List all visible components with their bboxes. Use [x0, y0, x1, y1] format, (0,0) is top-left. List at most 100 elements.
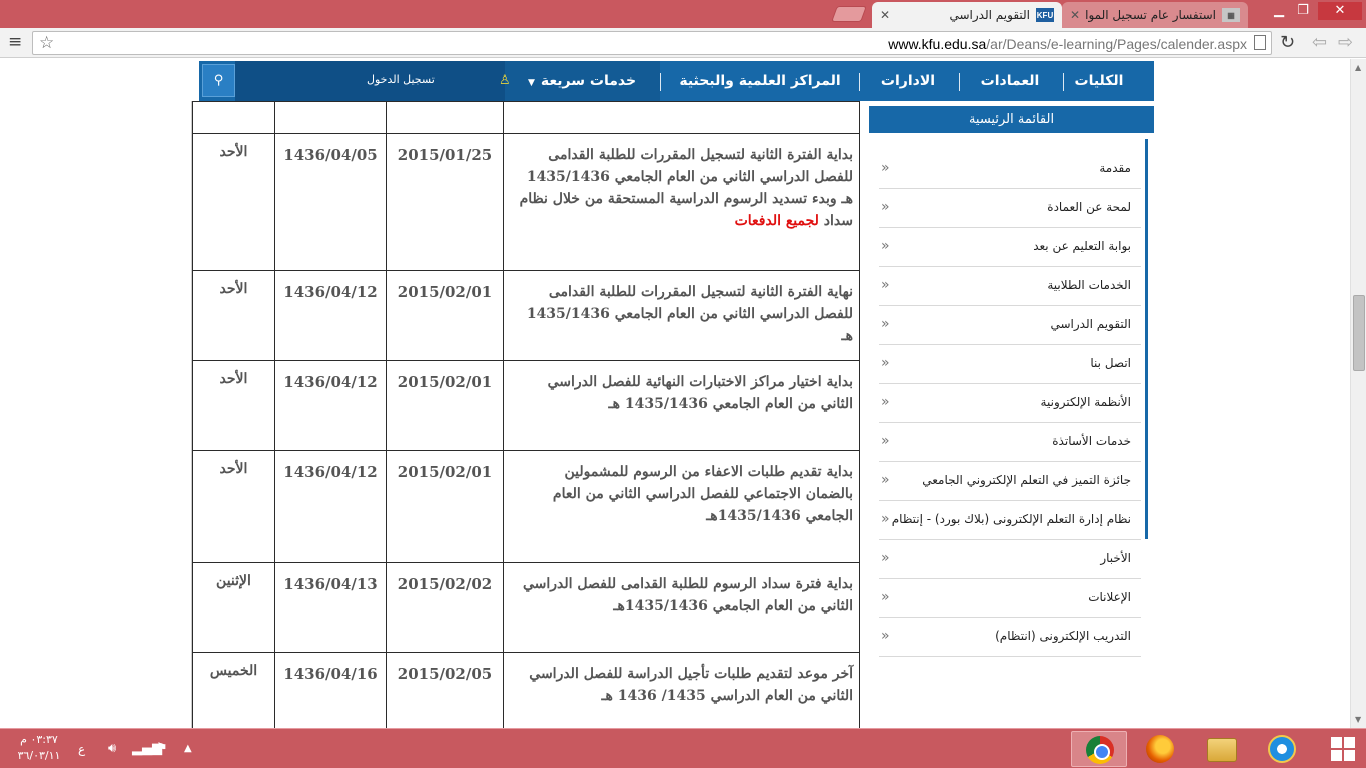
sidebar-item-blackboard[interactable]: نظام إدارة التعلم الإلكترونى (بلاك بورد)… [879, 501, 1141, 540]
folder-icon [1207, 738, 1237, 762]
page-favicon-icon: ▦ [1222, 8, 1240, 22]
bookmark-star-icon[interactable]: ☆ [39, 33, 54, 53]
volume-icon[interactable]: 🔊︎ [108, 741, 116, 756]
sidebar-item-label: التقويم الدراسي [1050, 317, 1132, 331]
sidebar-item-excellence-award[interactable]: جائزة التميز في التعلم الإلكتروني الجامع… [879, 462, 1141, 501]
table-row [192, 101, 860, 134]
chrome-icon [1086, 736, 1114, 764]
sidebar-item-label: لمحة عن العمادة [1047, 200, 1131, 214]
table-cell [274, 101, 387, 134]
table-row: بداية اختيار مراكز الاختبارات النهائية ل… [192, 360, 860, 451]
close-window-icon[interactable]: ✕ [1318, 2, 1362, 20]
event-description: بداية الفترة الثانية لتسجيل المقررات للط… [503, 133, 860, 271]
scroll-up-arrow-icon[interactable]: ▲ [1355, 63, 1361, 72]
event-description: آخر موعد لتقديم طلبات تأجيل الدراسة للفص… [503, 652, 860, 728]
search-button[interactable]: ⚲ [202, 64, 235, 97]
sidebar-item-about[interactable]: لمحة عن العمادة « [879, 189, 1141, 228]
double-chevron-left-icon: « [881, 433, 890, 449]
nav-colleges[interactable]: الكليات [1056, 61, 1142, 101]
show-hidden-icons-icon[interactable]: ▲ [184, 743, 192, 754]
sidebar-item-label: الأخبار [1100, 551, 1131, 565]
firefox-icon [1146, 735, 1174, 763]
table-cell [503, 101, 860, 134]
scrollbar-thumb[interactable] [1353, 295, 1365, 371]
double-chevron-left-icon: « [881, 589, 890, 605]
main-navigation-bar: الكليات العمادات الادارات المراكز العلمي… [199, 61, 1154, 101]
sidebar-item-student-services[interactable]: الخدمات الطلابية « [879, 267, 1141, 306]
action-center-flag-icon[interactable]: ⚑ [156, 741, 168, 756]
double-chevron-left-icon: « [881, 316, 890, 332]
url-host: www.kfu.edu.sa [888, 36, 987, 52]
double-chevron-left-icon: « [881, 160, 890, 176]
sidebar-item-e-systems[interactable]: الأنظمة الإلكترونية « [879, 384, 1141, 423]
nav-separator [1063, 73, 1064, 91]
main-menu-title: القائمة الرئيسية [869, 106, 1154, 133]
tab-inactive[interactable]: ▦ استفسار عام تسجيل المواد - ✕ [1062, 2, 1248, 28]
internet-explorer-icon [1268, 735, 1296, 763]
nav-deanships[interactable]: العمادات [958, 61, 1062, 101]
address-bar[interactable]: ☆ www.kfu.edu.sa/ar/Deans/e-learning/Pag… [32, 31, 1272, 55]
hijri-date: 1436/04/05 [274, 133, 387, 271]
language-indicator[interactable]: ع [78, 742, 85, 756]
close-tab-icon[interactable]: ✕ [880, 8, 890, 22]
taskbar-internet-explorer-button[interactable] [1254, 731, 1310, 767]
table-cell [192, 101, 275, 134]
sidebar-item-label: التدريب الإلكترونى (انتظام) [995, 629, 1131, 643]
sidebar-item-elearning-portal[interactable]: بوابة التعليم عن بعد « [879, 228, 1141, 267]
clock-time: ٠٣:٣٧ م [20, 733, 58, 746]
system-clock[interactable]: ٠٣:٣٧ م ٣٦/٠٣/١١ [16, 732, 62, 764]
sidebar-item-contact[interactable]: اتصل بنا « [879, 345, 1141, 384]
vertical-scrollbar[interactable]: ▲ ▼ [1350, 59, 1366, 728]
double-chevron-left-icon: « [881, 394, 890, 410]
scroll-down-arrow-icon[interactable]: ▼ [1355, 715, 1361, 724]
maximize-window-icon[interactable]: ❐ [1292, 2, 1314, 20]
hamburger-menu-icon[interactable]: ≡ [8, 34, 24, 51]
browser-tab-strip: KFU التقويم الدراسي ✕ ▦ استفسار عام تسجي… [0, 0, 1366, 28]
hijri-date: 1436/04/12 [274, 270, 387, 361]
page-info-icon[interactable] [1254, 35, 1266, 50]
minimize-window-icon[interactable]: ▁ [1268, 2, 1290, 20]
sidebar-item-e-training[interactable]: التدريب الإلكترونى (انتظام) « [879, 618, 1141, 657]
academic-calendar-table: بداية الفترة الثانية لتسجيل المقررات للط… [192, 101, 860, 728]
url-text[interactable]: www.kfu.edu.sa/ar/Deans/e-learning/Pages… [888, 36, 1247, 52]
close-tab-icon[interactable]: ✕ [1070, 8, 1080, 22]
table-row: آخر موعد لتقديم طلبات تأجيل الدراسة للفص… [192, 652, 860, 728]
sidebar-item-label: جائزة التميز في التعلم الإلكتروني الجامع… [922, 473, 1131, 487]
weekday: الخميس [192, 652, 275, 728]
sidebar-menu: مقدمة « لمحة عن العمادة « بوابة التعليم عن… [879, 150, 1141, 657]
nav-research-centers[interactable]: المراكز العلمية والبحثية [662, 61, 858, 101]
user-icon[interactable]: ♙ [499, 73, 511, 88]
sidebar-item-intro[interactable]: مقدمة « [879, 150, 1141, 189]
start-button[interactable] [1315, 731, 1366, 767]
nav-separator [959, 73, 960, 91]
taskbar-firefox-button[interactable] [1132, 731, 1188, 767]
nav-quick-services-label: خدمات سريعة [540, 73, 637, 89]
sidebar-item-faculty-services[interactable]: خدمات الأساتذة « [879, 423, 1141, 462]
hijri-date: 1436/04/12 [274, 450, 387, 563]
login-area: تسجيل الدخول ♙ [235, 61, 511, 101]
all-payments-link[interactable]: لجميع الدفعات [735, 213, 819, 229]
weekday: الأحد [192, 270, 275, 361]
forward-arrow-icon[interactable]: ⇨ [1338, 32, 1353, 53]
caret-down-icon: ▼ [527, 78, 535, 88]
table-row: نهاية الفترة الثانية لتسجيل المقررات للط… [192, 270, 860, 361]
url-path: /ar/Deans/e-learning/Pages/calender.aspx [986, 36, 1247, 52]
back-arrow-icon[interactable]: ⇦ [1312, 32, 1327, 53]
sidebar-item-calendar[interactable]: التقويم الدراسي « [879, 306, 1141, 345]
nav-administrations[interactable]: الادارات [858, 61, 958, 101]
taskbar-chrome-button[interactable] [1071, 731, 1127, 767]
tab-active[interactable]: KFU التقويم الدراسي ✕ [872, 2, 1062, 28]
gregorian-date: 2015/02/01 [386, 360, 504, 451]
nav-quick-services[interactable]: خدمات سريعة ▼ [504, 61, 660, 101]
login-link[interactable]: تسجيل الدخول [367, 73, 435, 86]
double-chevron-left-icon: « [881, 199, 890, 215]
sidebar-item-label: الإعلانات [1088, 590, 1131, 604]
reload-icon[interactable]: ↻ [1280, 32, 1295, 53]
new-tab-button[interactable] [831, 6, 867, 22]
sidebar-item-announcements[interactable]: الإعلانات « [879, 579, 1141, 618]
taskbar-file-explorer-button[interactable] [1193, 731, 1249, 767]
weekday: الأحد [192, 450, 275, 563]
sidebar-item-news[interactable]: الأخبار « [879, 540, 1141, 579]
sidebar-item-label: الخدمات الطلابية [1047, 278, 1131, 292]
event-description: نهاية الفترة الثانية لتسجيل المقررات للط… [503, 270, 860, 361]
